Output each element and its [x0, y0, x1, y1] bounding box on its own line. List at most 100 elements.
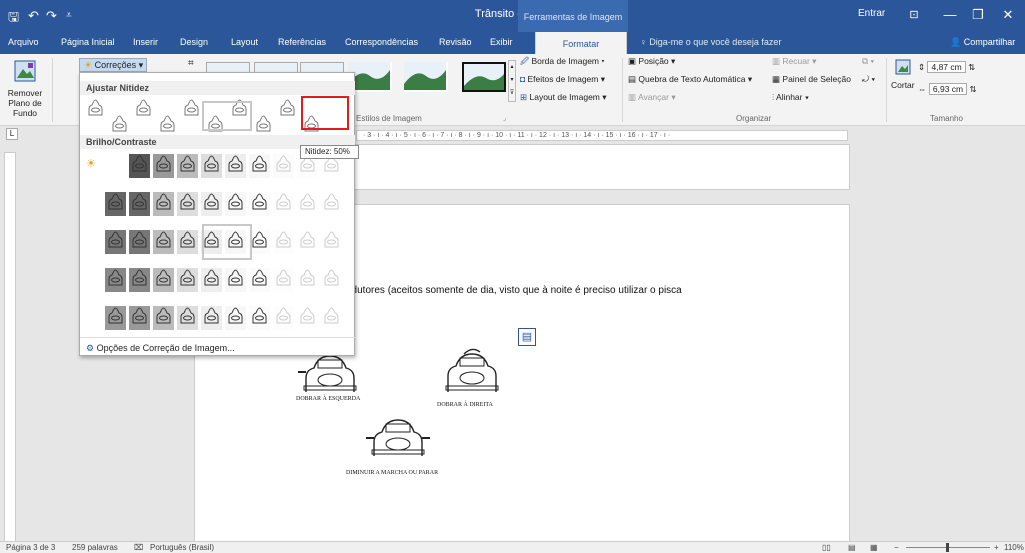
height-value[interactable]: 4,87 cm	[927, 61, 966, 73]
brightness-contrast-option[interactable]	[104, 305, 127, 331]
remove-background-button[interactable]: Remover Plano de Fundo	[2, 58, 48, 118]
brightness-contrast-option[interactable]	[128, 153, 151, 179]
zoom-level[interactable]: 110%	[1004, 543, 1024, 552]
brightness-contrast-option[interactable]	[104, 191, 127, 217]
print-layout-icon[interactable]: ▤	[848, 543, 856, 552]
page-count[interactable]: Página 3 de 3	[6, 543, 55, 552]
tab-design[interactable]: Design	[180, 37, 208, 47]
brightness-contrast-option[interactable]	[296, 305, 319, 331]
brightness-contrast-option[interactable]	[152, 267, 175, 293]
picture-border-button[interactable]: 🖉 Borda de Imagem ▾	[520, 56, 605, 70]
brightness-contrast-option[interactable]	[152, 191, 175, 217]
crop-button[interactable]: Cortar	[890, 56, 916, 102]
car-drawing-bottom[interactable]	[366, 414, 430, 460]
selected-sharpness-option[interactable]	[301, 96, 349, 130]
brightness-contrast-option[interactable]	[272, 191, 295, 217]
brightness-contrast-option[interactable]	[320, 229, 343, 255]
tab-exibir[interactable]: Exibir	[490, 37, 513, 47]
brightness-contrast-option[interactable]	[176, 305, 199, 331]
brightness-contrast-option[interactable]	[128, 229, 151, 255]
brightness-contrast-option[interactable]	[296, 229, 319, 255]
ribbon-display-options-icon[interactable]: ⊡	[896, 4, 932, 28]
brightness-contrast-option[interactable]	[200, 267, 223, 293]
group-button[interactable]: ⧉ ▾	[862, 56, 874, 67]
share-button[interactable]: 👤 Compartilhar	[950, 37, 1015, 48]
brightness-contrast-option[interactable]	[152, 305, 175, 331]
sharpness-option[interactable]	[132, 97, 155, 123]
width-field[interactable]: ⇔ 6,93 cm ⇅	[918, 83, 977, 95]
language-indicator[interactable]: Português (Brasil)	[150, 543, 214, 552]
wrap-text-button[interactable]: ▤ Quebra de Texto Automática ▾	[628, 74, 752, 85]
style-thumbnail[interactable]	[404, 62, 448, 92]
style-thumbnail[interactable]	[462, 62, 506, 92]
selection-pane-button[interactable]: ▦ Painel de Seleção	[772, 74, 851, 85]
brightness-contrast-option[interactable]	[248, 153, 271, 179]
brightness-contrast-option[interactable]	[248, 267, 271, 293]
proofing-icon[interactable]: ⌧	[134, 543, 143, 552]
tab-formatar[interactable]: Formatar	[535, 32, 627, 54]
tell-me-search[interactable]: ♀ Diga-me o que você deseja fazer	[640, 37, 781, 47]
picture-corrections-options[interactable]: ⚙ Opções de Correção de Imagem...	[86, 343, 235, 354]
tab-revisao[interactable]: Revisão	[439, 37, 472, 47]
styles-scroll-arrows[interactable]: ▴ ▾ ⊽	[508, 60, 516, 102]
zoom-slider-thumb[interactable]	[946, 543, 949, 552]
tab-referencias[interactable]: Referências	[278, 37, 326, 47]
car-drawing-right[interactable]	[440, 346, 504, 396]
tab-correspondencias[interactable]: Correspondências	[345, 37, 418, 47]
brightness-contrast-option[interactable]	[176, 153, 199, 179]
read-mode-icon[interactable]: ▯▯	[822, 543, 831, 552]
brightness-contrast-option[interactable]	[224, 267, 247, 293]
brightness-contrast-option[interactable]	[200, 305, 223, 331]
picture-effects-button[interactable]: ◘ Efeitos de Imagem ▾	[520, 74, 605, 85]
brightness-contrast-option[interactable]	[128, 267, 151, 293]
brightness-contrast-option[interactable]	[296, 267, 319, 293]
tab-layout[interactable]: Layout	[231, 37, 258, 47]
brightness-contrast-option[interactable]	[176, 229, 199, 255]
zoom-in-button[interactable]: +	[994, 543, 999, 552]
brightness-contrast-option[interactable]	[272, 305, 295, 331]
dialog-launcher-icon[interactable]: ⌟	[503, 114, 506, 122]
brightness-contrast-option[interactable]	[200, 153, 223, 179]
rotate-button[interactable]: ⤾ ▾	[862, 74, 875, 85]
brightness-contrast-option[interactable]	[128, 191, 151, 217]
zoom-out-button[interactable]: −	[894, 543, 899, 552]
send-backward-button[interactable]: ▥ Recuar ▾	[772, 56, 816, 67]
brightness-contrast-option[interactable]	[104, 229, 127, 255]
align-button[interactable]: ⫶ Alinhar ▾	[772, 92, 809, 103]
brightness-contrast-option[interactable]	[152, 153, 175, 179]
brightness-contrast-option[interactable]	[176, 267, 199, 293]
sign-in-link[interactable]: Entrar	[858, 8, 885, 19]
position-button[interactable]: ▣ Posição ▾	[628, 56, 675, 67]
tab-selector[interactable]: L	[6, 128, 18, 140]
compress-pictures-icon[interactable]: ⌗	[188, 58, 194, 69]
brightness-contrast-option[interactable]	[224, 191, 247, 217]
brightness-contrast-option[interactable]	[248, 305, 271, 331]
brightness-contrast-option[interactable]	[224, 153, 247, 179]
brightness-contrast-option[interactable]	[152, 229, 175, 255]
brightness-contrast-option[interactable]	[320, 305, 343, 331]
tab-arquivo[interactable]: Arquivo	[8, 37, 39, 47]
layout-options-icon[interactable]: ▤	[518, 328, 536, 346]
brightness-contrast-option[interactable]	[272, 229, 295, 255]
close-button[interactable]: ✕	[990, 4, 1025, 28]
sharpness-option[interactable]	[276, 97, 299, 123]
width-spinner-icon[interactable]: ⇅	[970, 84, 977, 94]
tab-pagina-inicial[interactable]: Página Inicial	[61, 37, 115, 47]
brightness-contrast-option[interactable]	[224, 305, 247, 331]
word-count[interactable]: 259 palavras	[72, 543, 118, 552]
bring-forward-button[interactable]: ▥ Avançar ▾	[628, 92, 676, 103]
height-spinner-icon[interactable]: ⇅	[968, 62, 975, 72]
width-value[interactable]: 6,93 cm	[928, 83, 968, 95]
brightness-contrast-option[interactable]	[272, 267, 295, 293]
brightness-contrast-option[interactable]	[320, 267, 343, 293]
web-layout-icon[interactable]: ▦	[870, 543, 878, 552]
sharpness-option[interactable]	[84, 97, 107, 123]
corrections-button[interactable]: ☀ Correções ▾	[79, 58, 147, 72]
height-field[interactable]: ⇕ 4,87 cm ⇅	[918, 61, 975, 73]
brightness-contrast-option[interactable]	[128, 305, 151, 331]
brightness-contrast-option[interactable]	[176, 191, 199, 217]
tab-inserir[interactable]: Inserir	[133, 37, 158, 47]
document-paragraph[interactable]: ndutores (aceitos somente de dia, visto …	[346, 285, 682, 296]
brightness-contrast-option[interactable]	[272, 153, 295, 179]
brightness-contrast-option[interactable]	[296, 191, 319, 217]
